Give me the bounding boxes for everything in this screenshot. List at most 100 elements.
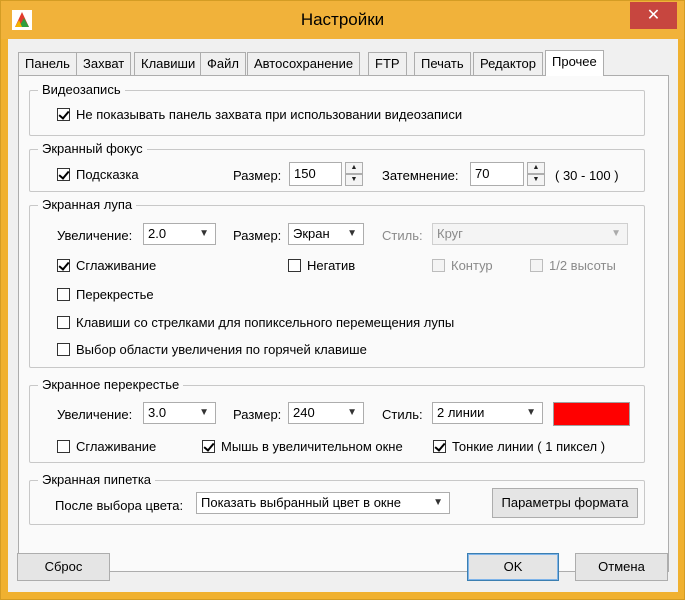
mag-arrow-keys-checkbox[interactable]: Клавиши со стрелками для попиксельного п… bbox=[57, 315, 454, 330]
spin-down-icon[interactable]: ▼ bbox=[345, 174, 363, 186]
cross-smoothing-checkbox[interactable]: Сглаживание bbox=[57, 439, 156, 454]
hide-panel-checkbox[interactable]: Не показывать панель захвата при использ… bbox=[57, 107, 462, 122]
checkbox-box[interactable] bbox=[57, 259, 70, 272]
mag-style-label: Стиль: bbox=[382, 228, 423, 243]
chevron-down-icon: ▼ bbox=[347, 407, 357, 418]
checkbox-box[interactable] bbox=[432, 259, 445, 272]
close-button[interactable]: ✕ bbox=[630, 2, 677, 29]
crosshair-color-swatch[interactable] bbox=[553, 402, 630, 426]
chevron-down-icon: ▼ bbox=[611, 228, 621, 239]
checkbox-box[interactable] bbox=[288, 259, 301, 272]
dialog-body: Панель Захват Клавиши Файл Автосохранени… bbox=[8, 39, 678, 592]
tab-keys[interactable]: Клавиши bbox=[134, 52, 203, 75]
chevron-down-icon: ▼ bbox=[347, 228, 357, 239]
select-value: Показать выбранный цвет в окне bbox=[201, 495, 402, 510]
mag-size-select[interactable]: Экран ▼ bbox=[288, 223, 364, 245]
tab-capture[interactable]: Захват bbox=[76, 52, 132, 75]
group-video-title: Видеозапись bbox=[38, 82, 125, 98]
mag-crosshair-checkbox[interactable]: Перекрестье bbox=[57, 287, 154, 302]
group-crosshair: Экранное перекрестье Увеличение: 3.0 ▼ Ра… bbox=[29, 377, 645, 463]
settings-window: Настройки ✕ Панель Захват Клавиши Файл А… bbox=[0, 0, 685, 600]
focus-dim-input[interactable]: 70 bbox=[470, 162, 524, 186]
select-value: 2.0 bbox=[148, 226, 167, 241]
checkbox-box[interactable] bbox=[202, 440, 215, 453]
focus-dim-spinner[interactable]: ▲ ▼ bbox=[527, 162, 545, 186]
checkbox-label: Не показывать панель захвата при использ… bbox=[76, 107, 463, 122]
focus-dim-label: Затемнение: bbox=[382, 168, 459, 183]
mag-zoom-label: Увеличение: bbox=[57, 228, 133, 243]
group-video: Видеозапись Не показывать панель захвата… bbox=[29, 82, 645, 136]
spin-down-icon[interactable]: ▼ bbox=[527, 174, 545, 186]
mag-negative-checkbox[interactable]: Негатив bbox=[288, 258, 355, 273]
mag-size-label: Размер: bbox=[233, 228, 282, 243]
focus-size-spinner[interactable]: ▲ ▼ bbox=[345, 162, 363, 186]
title-bar[interactable]: Настройки ✕ bbox=[1, 1, 684, 39]
checkbox-box[interactable] bbox=[57, 288, 70, 301]
pipette-after-select[interactable]: Показать выбранный цвет в окне ▼ bbox=[196, 492, 450, 514]
tab-panel-other: Видеозапись Не показывать панель захвата… bbox=[18, 75, 669, 572]
reset-button[interactable]: Сброс bbox=[17, 553, 110, 581]
checkbox-label: Контур bbox=[451, 258, 493, 273]
checkbox-label: Перекрестье bbox=[76, 287, 154, 302]
focus-size-input[interactable]: 150 bbox=[289, 162, 342, 186]
pipette-after-label: После выбора цвета: bbox=[55, 498, 184, 513]
mag-hotkey-area-checkbox[interactable]: Выбор области увеличения по горячей клав… bbox=[57, 342, 367, 357]
tab-print[interactable]: Печать bbox=[414, 52, 471, 75]
cancel-button[interactable]: Отмена bbox=[575, 553, 668, 581]
select-value: 3.0 bbox=[148, 405, 167, 420]
mag-smoothing-checkbox[interactable]: Сглаживание bbox=[57, 258, 156, 273]
group-screen-focus: Экранный фокус Подсказка Размер: 150 ▲ ▼… bbox=[29, 141, 645, 192]
cross-style-label: Стиль: bbox=[382, 407, 423, 422]
checkbox-box[interactable] bbox=[57, 168, 70, 181]
mag-outline-checkbox[interactable]: Контур bbox=[432, 258, 493, 273]
cross-size-label: Размер: bbox=[233, 407, 282, 422]
format-settings-button[interactable]: Параметры формата bbox=[492, 488, 638, 518]
mag-half-height-checkbox[interactable]: 1/2 высоты bbox=[530, 258, 616, 273]
checkbox-box[interactable] bbox=[57, 343, 70, 356]
checkbox-box[interactable] bbox=[530, 259, 543, 272]
cross-mouse-in-zoom-checkbox[interactable]: Мышь в увеличительном окне bbox=[202, 439, 403, 454]
mag-style-select[interactable]: Круг ▼ bbox=[432, 223, 628, 245]
close-icon: ✕ bbox=[646, 7, 661, 24]
select-value: Экран bbox=[293, 226, 330, 241]
cross-thin-lines-checkbox[interactable]: Тонкие линии ( 1 пиксел ) bbox=[433, 439, 619, 454]
mag-zoom-select[interactable]: 2.0 ▼ bbox=[143, 223, 216, 245]
cross-size-select[interactable]: 240 ▼ bbox=[288, 402, 364, 424]
spin-up-icon[interactable]: ▲ bbox=[527, 162, 545, 174]
chevron-down-icon: ▼ bbox=[433, 497, 443, 508]
checkbox-box[interactable] bbox=[433, 440, 446, 453]
group-magnifier-title: Экранная лупа bbox=[38, 197, 137, 213]
tab-panel[interactable]: Панель bbox=[18, 52, 77, 75]
cross-zoom-label: Увеличение: bbox=[57, 407, 133, 422]
checkbox-label: Выбор области увеличения по горячей клав… bbox=[76, 342, 367, 357]
ok-button[interactable]: OK bbox=[467, 553, 559, 581]
checkbox-box[interactable] bbox=[57, 108, 70, 121]
cross-zoom-select[interactable]: 3.0 ▼ bbox=[143, 402, 216, 424]
checkbox-box[interactable] bbox=[57, 440, 70, 453]
checkbox-box[interactable] bbox=[57, 316, 70, 329]
select-value: 240 bbox=[293, 405, 315, 420]
spin-up-icon[interactable]: ▲ bbox=[345, 162, 363, 174]
checkbox-label: Подсказка bbox=[76, 167, 139, 182]
focus-range-hint: ( 30 - 100 ) bbox=[555, 168, 619, 183]
group-focus-title: Экранный фокус bbox=[38, 141, 147, 157]
checkbox-label: Клавиши со стрелками для попиксельного п… bbox=[76, 315, 455, 330]
checkbox-label: Негатив bbox=[307, 258, 356, 273]
tab-editor[interactable]: Редактор bbox=[473, 52, 543, 75]
select-value: 2 линии bbox=[437, 405, 485, 420]
group-pipette-title: Экранная пипетка bbox=[38, 472, 156, 488]
tab-ftp[interactable]: FTP bbox=[368, 52, 407, 75]
focus-size-label: Размер: bbox=[233, 168, 282, 183]
tab-file[interactable]: Файл bbox=[200, 52, 246, 75]
cross-style-select[interactable]: 2 линии ▼ bbox=[432, 402, 543, 424]
hint-checkbox[interactable]: Подсказка bbox=[57, 167, 139, 182]
group-magnifier: Экранная лупа Увеличение: 2.0 ▼ Размер: Э… bbox=[29, 197, 645, 368]
checkbox-label: Мышь в увеличительном окне bbox=[221, 439, 403, 454]
checkbox-label: Тонкие линии ( 1 пиксел ) bbox=[452, 439, 606, 454]
group-pipette: Экранная пипетка После выбора цвета: Пок… bbox=[29, 472, 645, 525]
checkbox-label: Сглаживание bbox=[76, 439, 157, 454]
tab-autosave[interactable]: Автосохранение bbox=[247, 52, 361, 75]
chevron-down-icon: ▼ bbox=[199, 407, 209, 418]
checkbox-label: 1/2 высоты bbox=[549, 258, 616, 273]
tab-other[interactable]: Прочее bbox=[545, 50, 604, 76]
